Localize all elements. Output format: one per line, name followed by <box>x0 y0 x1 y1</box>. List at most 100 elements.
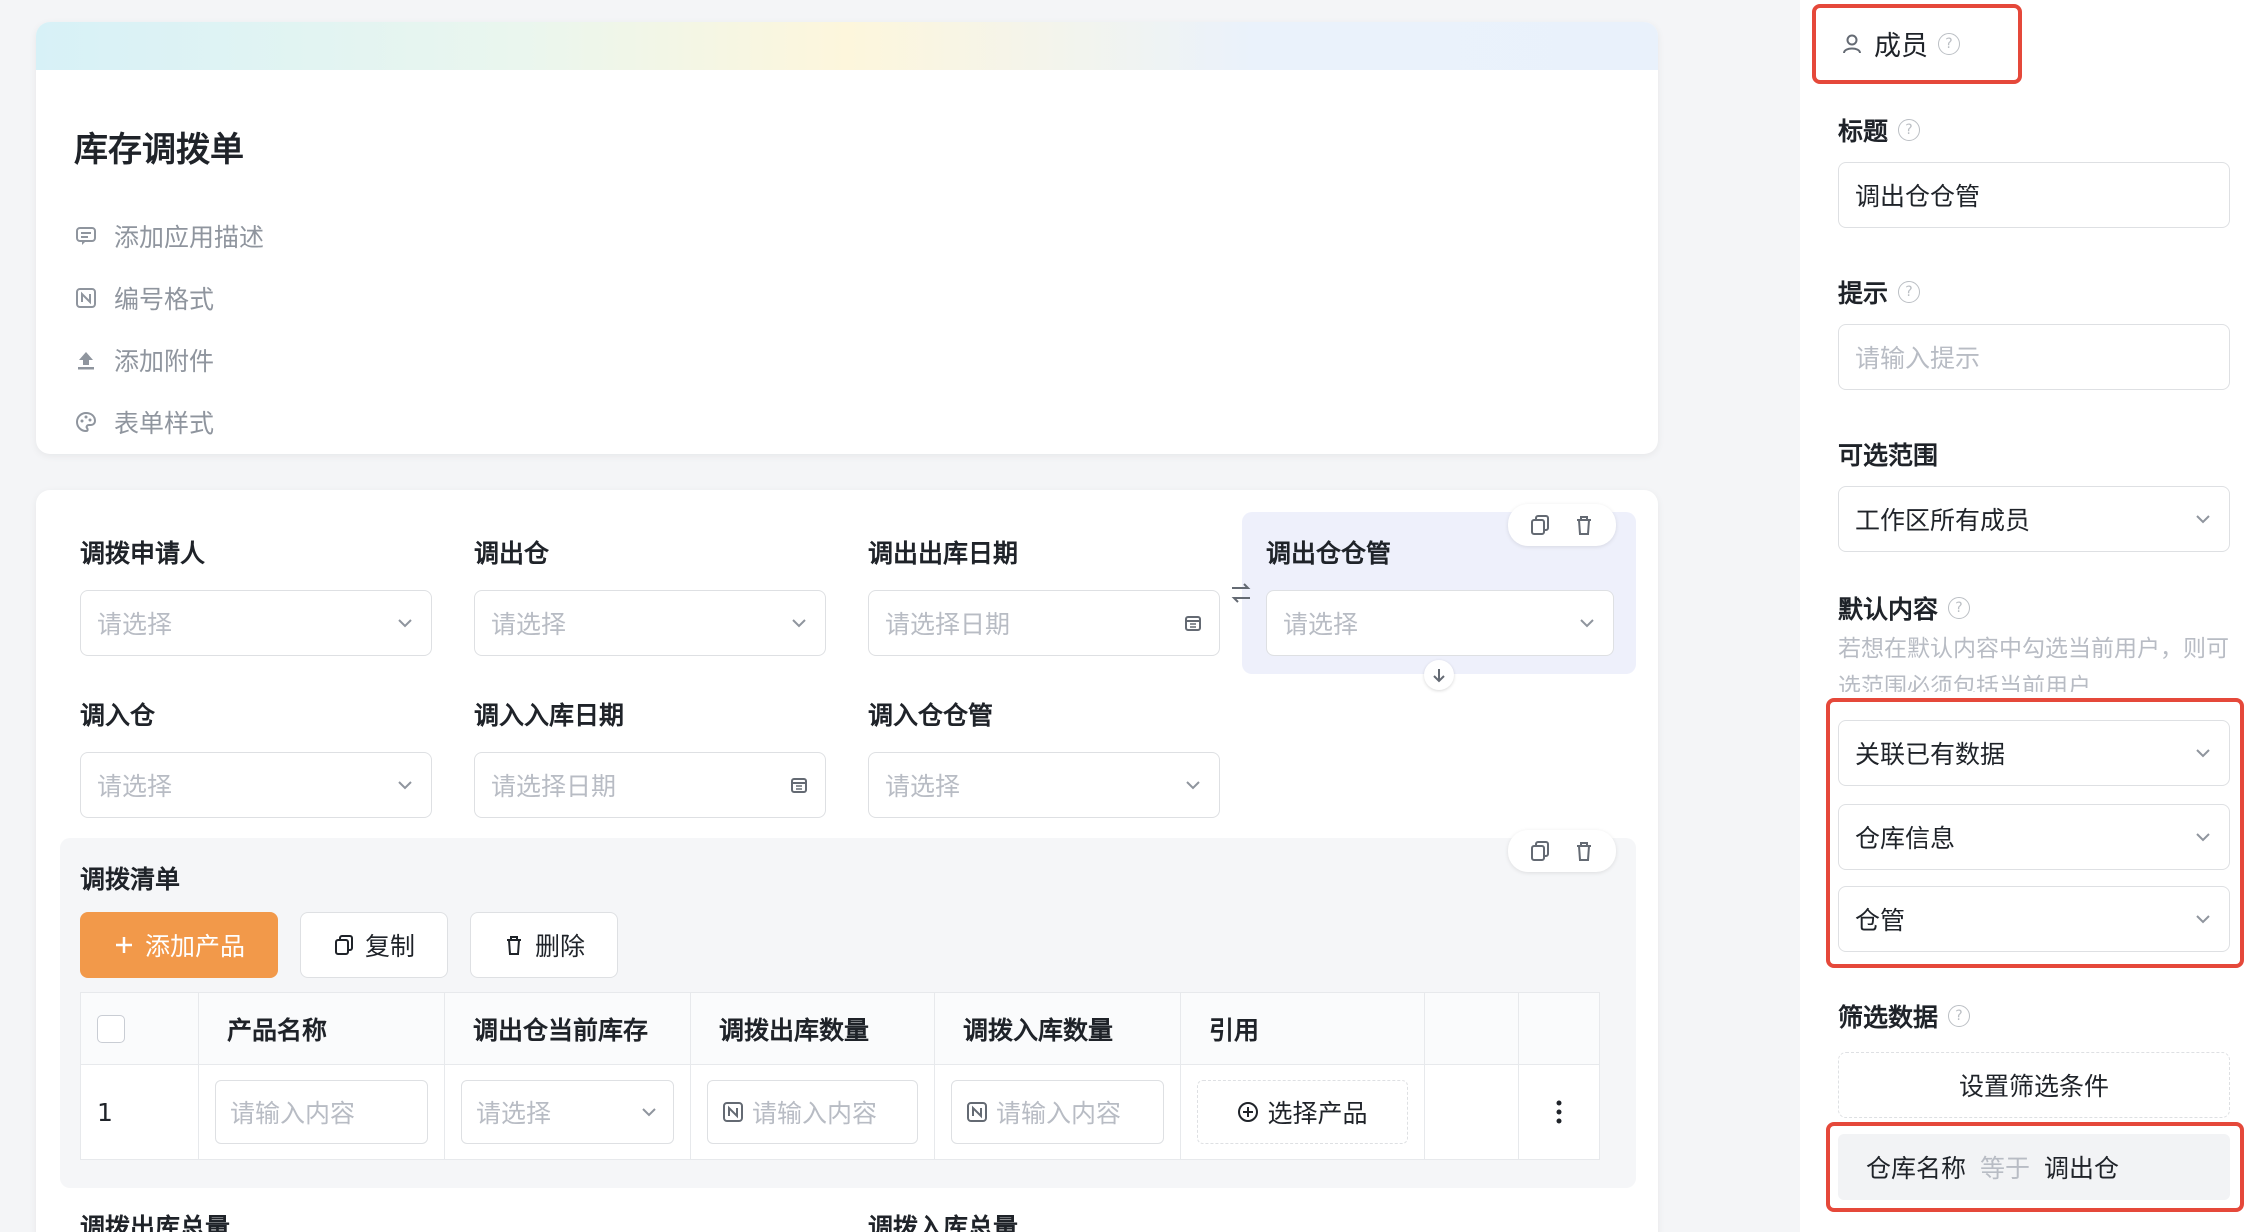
default-note: 若想在默认内容中勾选当前用户，则可选范围必须包括当前用户 <box>1838 636 2229 692</box>
number-icon <box>967 1102 987 1122</box>
out-date-field: 调出出库日期 请选择日期 <box>868 538 1220 656</box>
copy-icon <box>334 935 353 955</box>
in-qty-cell: 请输入内容 <box>935 1065 1181 1159</box>
in-warehouse-select[interactable]: 请选择 <box>80 752 432 818</box>
plus-circle-icon <box>1238 1102 1259 1122</box>
in-warehouse-field: 调入仓 请选择 <box>80 700 432 818</box>
column-header: 调出仓当前库存 <box>445 993 691 1064</box>
form-canvas: 库存调拨单 添加应用描述 编号格式 添加附件 表单样式 调拨申请人 请选择 调出… <box>0 0 1680 1232</box>
column-header: 引用 <box>1181 993 1425 1064</box>
swap-icon[interactable] <box>1228 578 1254 608</box>
field-label: 调出仓仓管 <box>1266 539 1392 568</box>
select-product-button[interactable]: 选择产品 <box>1197 1080 1408 1144</box>
trash-icon[interactable] <box>1566 836 1602 866</box>
out-warehouse-select[interactable]: 请选择 <box>474 590 826 656</box>
more-vertical-icon[interactable] <box>1555 1099 1563 1125</box>
comment-icon <box>74 224 98 248</box>
column-header: 调拨入库数量 <box>935 993 1181 1064</box>
highlight-box-type <box>1812 4 2022 84</box>
help-icon[interactable]: ? <box>1898 119 1921 141</box>
reference-cell: 选择产品 <box>1181 1065 1425 1159</box>
help-icon[interactable]: ? <box>1898 281 1921 303</box>
chevron-down-icon <box>2196 515 2210 524</box>
copy-icon[interactable] <box>1522 836 1558 866</box>
trash-icon[interactable] <box>1566 510 1602 540</box>
help-icon[interactable]: ? <box>1948 1005 1971 1027</box>
property-panel: 成员 ? 标题 ? 调出仓仓管 提示 ? 请输入提示 可选范围 工作区所有成员 … <box>1800 0 2262 1232</box>
in-keeper-field: 调入仓仓管 请选择 <box>868 700 1220 818</box>
move-down-icon[interactable] <box>1424 660 1454 690</box>
title-label: 标题 ? <box>1838 112 1921 148</box>
table-row: 1 请输入内容 请选择 请输入内容 请输入内容 选择产品 <box>81 1065 1599 1159</box>
delete-rows-button[interactable]: 删除 <box>470 912 618 978</box>
add-product-button[interactable]: 添加产品 <box>80 912 278 978</box>
add-attachment-link[interactable]: 添加附件 <box>74 342 214 378</box>
form-style-link[interactable]: 表单样式 <box>74 404 214 440</box>
out-qty-input[interactable]: 请输入内容 <box>707 1080 918 1144</box>
subtable-title: 调拨清单 <box>80 865 181 894</box>
field-label: 调拨申请人 <box>80 539 206 568</box>
palette-icon <box>74 410 98 434</box>
number-format-link[interactable]: 编号格式 <box>74 280 214 316</box>
highlight-box-condition <box>1826 1122 2244 1212</box>
highlight-box-default <box>1826 698 2244 968</box>
chevron-down-icon <box>398 619 412 628</box>
field-label: 调入入库日期 <box>474 701 625 730</box>
field-label: 调出出库日期 <box>868 539 1019 568</box>
in-qty-input[interactable]: 请输入内容 <box>951 1080 1164 1144</box>
chevron-down-icon <box>792 619 806 628</box>
chevron-down-icon <box>1186 781 1200 790</box>
scope-label: 可选范围 <box>1838 441 1939 470</box>
link-label: 添加附件 <box>114 347 215 376</box>
in-date-picker[interactable]: 请选择日期 <box>474 752 826 818</box>
field-label: 调出仓 <box>474 539 550 568</box>
column-header: 调拨出库数量 <box>691 993 935 1064</box>
help-icon[interactable]: ? <box>1948 597 1971 619</box>
default-label: 默认内容 ? <box>1838 590 1971 626</box>
title-input[interactable]: 调出仓仓管 <box>1838 162 2230 228</box>
applicant-field: 调拨申请人 请选择 <box>80 538 432 656</box>
select-all-cell <box>81 993 199 1064</box>
applicant-select[interactable]: 请选择 <box>80 590 432 656</box>
column-header: 产品名称 <box>199 993 445 1064</box>
chevron-down-icon <box>398 781 412 790</box>
trash-icon <box>506 936 521 955</box>
table-header: 产品名称 调出仓当前库存 调拨出库数量 调拨入库数量 引用 <box>81 993 1599 1065</box>
select-all-checkbox[interactable] <box>97 1014 125 1043</box>
calendar-icon <box>791 778 807 793</box>
out-warehouse-field: 调出仓 请选择 <box>474 538 826 656</box>
copy-icon[interactable] <box>1522 510 1558 540</box>
action-cell <box>1519 993 1599 1064</box>
add-description-link[interactable]: 添加应用描述 <box>74 218 264 254</box>
stock-cell: 请选择 <box>445 1065 691 1159</box>
form-title[interactable]: 库存调拨单 <box>74 122 244 171</box>
product-name-input[interactable]: 请输入内容 <box>215 1080 428 1144</box>
out-keeper-select[interactable]: 请选择 <box>1266 590 1614 656</box>
in-date-field: 调入入库日期 请选择日期 <box>474 700 826 818</box>
stock-select[interactable]: 请选择 <box>461 1080 674 1144</box>
set-filter-button[interactable]: 设置筛选条件 <box>1838 1052 2230 1118</box>
out-date-picker[interactable]: 请选择日期 <box>868 590 1220 656</box>
out-keeper-field: 调出仓仓管 请选择 <box>1266 538 1614 656</box>
subtable-toolbar <box>1508 830 1616 872</box>
copy-rows-button[interactable]: 复制 <box>300 912 448 978</box>
spacer-cell <box>1425 993 1519 1064</box>
chevron-down-icon <box>1580 619 1594 628</box>
hint-input[interactable]: 请输入提示 <box>1838 324 2230 390</box>
row-more-cell <box>1519 1065 1599 1159</box>
calendar-icon <box>1185 616 1201 631</box>
out-total-label: 调拨出库总量 <box>80 1213 231 1232</box>
scope-select[interactable]: 工作区所有成员 <box>1838 486 2230 552</box>
number-icon <box>74 286 98 310</box>
out-qty-cell: 请输入内容 <box>691 1065 935 1159</box>
in-keeper-select[interactable]: 请选择 <box>868 752 1220 818</box>
filter-label: 筛选数据 ? <box>1838 998 1971 1034</box>
link-label: 编号格式 <box>114 285 215 314</box>
upload-icon <box>74 348 98 372</box>
spacer-cell <box>1425 1065 1519 1159</box>
field-label: 调入仓 <box>80 701 156 730</box>
product-table: 产品名称 调出仓当前库存 调拨出库数量 调拨入库数量 引用 1 请输入内容 请选… <box>80 992 1600 1160</box>
field-label: 调入仓仓管 <box>868 701 994 730</box>
link-label: 表单样式 <box>114 409 215 438</box>
plus-icon <box>115 937 132 953</box>
